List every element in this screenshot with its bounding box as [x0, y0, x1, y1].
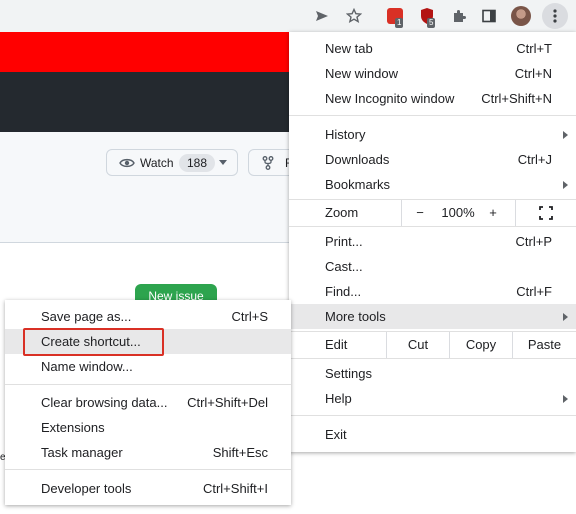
send-icon[interactable] — [311, 5, 333, 27]
menu-item-shortcut: Ctrl+T — [516, 41, 552, 56]
menu-item-label: Extensions — [41, 420, 105, 435]
menu-separator — [5, 384, 291, 385]
menu-item-new-window[interactable]: New window Ctrl+N — [289, 61, 576, 86]
menu-separator — [289, 115, 576, 116]
menu-item-label: Save page as... — [41, 309, 132, 324]
zoom-level: 100% — [441, 205, 475, 220]
menu-item-name-window[interactable]: Name window... — [5, 354, 291, 379]
menu-item-help[interactable]: Help — [289, 386, 576, 411]
menu-item-clear-browsing-data[interactable]: Clear browsing data... Ctrl+Shift+Del — [5, 390, 291, 415]
chevron-down-icon — [219, 160, 227, 165]
zoom-row: Zoom − 100% + — [289, 200, 576, 226]
extension-badge: 5 — [427, 18, 436, 28]
watch-button[interactable]: Watch 188 — [106, 149, 238, 176]
menu-separator — [289, 415, 576, 416]
menu-item-shortcut: Ctrl+F — [516, 284, 552, 299]
profile-avatar[interactable] — [510, 5, 532, 27]
edit-row: Edit Cut Copy Paste — [289, 332, 576, 358]
chevron-right-icon — [563, 181, 568, 189]
chevron-right-icon — [563, 395, 568, 403]
menu-item-history[interactable]: History — [289, 122, 576, 147]
chevron-right-icon — [563, 131, 568, 139]
fullscreen-button[interactable] — [516, 200, 576, 226]
menu-item-cast[interactable]: Cast... — [289, 254, 576, 279]
sidebar-icon[interactable] — [478, 5, 500, 27]
chevron-right-icon — [563, 313, 568, 321]
chrome-main-menu: New tab Ctrl+T New window Ctrl+N New Inc… — [289, 32, 576, 452]
paste-button[interactable]: Paste — [513, 332, 576, 358]
menu-item-bookmarks[interactable]: Bookmarks — [289, 172, 576, 197]
star-icon[interactable] — [343, 5, 365, 27]
menu-item-label: New window — [325, 66, 398, 81]
fork-icon — [262, 156, 274, 170]
menu-item-shortcut: Ctrl+Shift+Del — [187, 395, 268, 410]
menu-item-shortcut: Ctrl+Shift+N — [481, 91, 552, 106]
menu-item-developer-tools[interactable]: Developer tools Ctrl+Shift+I — [5, 476, 291, 501]
menu-item-label: Downloads — [325, 152, 390, 167]
menu-item-more-tools[interactable]: More tools — [289, 304, 576, 329]
menu-item-exit[interactable]: Exit — [289, 422, 576, 447]
puzzle-icon[interactable] — [448, 5, 470, 27]
kebab-menu-icon[interactable] — [542, 3, 568, 29]
menu-separator — [289, 358, 576, 359]
menu-item-new-tab[interactable]: New tab Ctrl+T — [289, 36, 576, 61]
extension-badge: 1 — [395, 18, 404, 28]
menu-item-find[interactable]: Find... Ctrl+F — [289, 279, 576, 304]
menu-item-label: History — [325, 127, 366, 142]
menu-item-new-incognito-window[interactable]: New Incognito window Ctrl+Shift+N — [289, 86, 576, 111]
menu-item-task-manager[interactable]: Task manager Shift+Esc — [5, 440, 291, 465]
menu-item-save-page-as[interactable]: Save page as... Ctrl+S — [5, 304, 291, 329]
cut-button[interactable]: Cut — [387, 332, 449, 358]
menu-item-label: Find... — [325, 284, 362, 299]
menu-item-shortcut: Ctrl+Shift+I — [202, 481, 268, 496]
menu-item-print[interactable]: Print... Ctrl+P — [289, 229, 576, 254]
browser-toolbar: 1 5 — [0, 0, 576, 32]
watch-label: Watch — [140, 156, 174, 170]
menu-item-label: Help — [325, 391, 352, 406]
zoom-out-button[interactable]: − — [402, 200, 438, 226]
menu-item-label: Developer tools — [41, 481, 132, 496]
menu-item-label: More tools — [325, 309, 386, 324]
menu-item-label: Bookmarks — [325, 177, 391, 192]
menu-item-label: Name window... — [41, 359, 133, 374]
menu-item-shortcut: Shift+Esc — [212, 445, 268, 460]
menu-item-shortcut: Ctrl+S — [231, 309, 268, 324]
zoom-label: Zoom — [325, 205, 359, 220]
menu-item-label: Settings — [325, 366, 372, 381]
menu-item-label: Clear browsing data... — [41, 395, 168, 410]
menu-item-label: Exit — [325, 427, 347, 442]
eye-icon — [119, 158, 135, 168]
menu-item-shortcut: Ctrl+P — [515, 234, 552, 249]
menu-item-label: Cast... — [325, 259, 363, 274]
menu-item-label: Task manager — [41, 445, 123, 460]
menu-item-settings[interactable]: Settings — [289, 361, 576, 386]
extension-icon-shield[interactable]: 5 — [416, 5, 438, 28]
edit-label: Edit — [325, 337, 348, 352]
menu-item-create-shortcut[interactable]: Create shortcut... — [5, 329, 291, 354]
fullscreen-icon — [539, 206, 553, 220]
menu-item-label: New tab — [325, 41, 373, 56]
menu-item-label: Create shortcut... — [41, 334, 141, 349]
menu-item-extensions[interactable]: Extensions — [5, 415, 291, 440]
zoom-in-button[interactable]: + — [478, 200, 508, 226]
menu-item-label: New Incognito window — [325, 91, 455, 106]
menu-separator — [5, 469, 291, 470]
copy-button[interactable]: Copy — [450, 332, 512, 358]
watch-count: 188 — [179, 154, 216, 172]
menu-item-downloads[interactable]: Downloads Ctrl+J — [289, 147, 576, 172]
menu-item-shortcut: Ctrl+N — [514, 66, 552, 81]
more-tools-submenu: Save page as... Ctrl+S Create shortcut..… — [5, 300, 291, 505]
menu-item-label: Print... — [325, 234, 363, 249]
menu-item-shortcut: Ctrl+J — [517, 152, 552, 167]
menu-separator — [289, 226, 576, 227]
extension-icon-red[interactable]: 1 — [384, 5, 406, 28]
